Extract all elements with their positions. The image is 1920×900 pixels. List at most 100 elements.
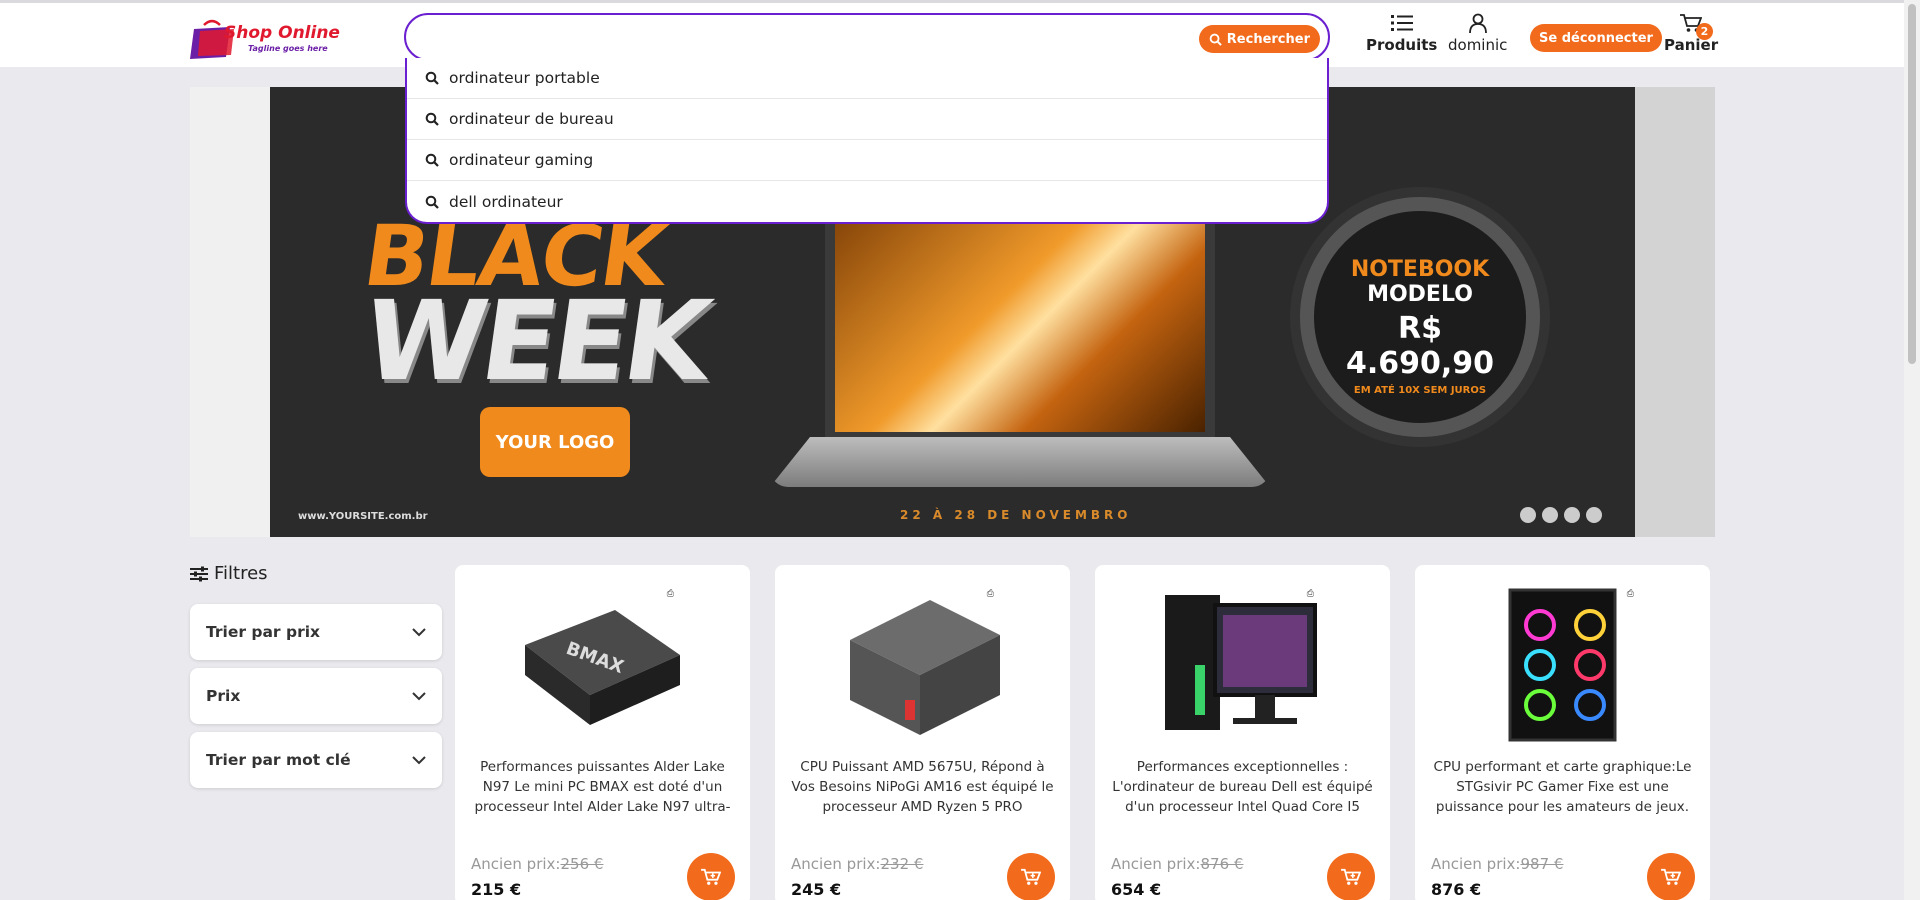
product-card[interactable]: ⎙ Performances exceptionnelles : L'ordin…: [1095, 565, 1390, 900]
filter-label: Prix: [206, 687, 241, 705]
banner-dates: 22 À 28 DE NOVEMBRO: [900, 508, 1132, 522]
suggestion-item[interactable]: dell ordinateur: [407, 181, 1327, 222]
nav-products-label: Produits: [1366, 36, 1438, 54]
share-icon[interactable]: ⎙: [987, 589, 994, 599]
user-icon: [1468, 13, 1487, 33]
old-price-label: Ancien prix:: [1431, 855, 1521, 873]
product-price: 245 €: [791, 880, 842, 899]
search-icon: [425, 195, 439, 209]
instagram-icon: [1520, 507, 1536, 523]
old-price-label: Ancien prix:: [1111, 855, 1201, 873]
chevron-down-icon: [412, 691, 426, 700]
search-icon: [425, 71, 439, 85]
filters-title: Filtres: [190, 563, 268, 584]
top-header: Shop Online Tagline goes here Rechercher…: [0, 0, 1904, 67]
filters-title-label: Filtres: [214, 563, 268, 584]
logout-button[interactable]: Se déconnecter: [1530, 24, 1662, 52]
banner-ring-text: NOTEBOOK MODELO R$ 4.690,90 EM ATÉ 10X S…: [1330, 257, 1510, 396]
product-card[interactable]: BMAX ⎙ Performances puissantes Alder Lak…: [455, 565, 750, 900]
ring-line2: MODELO: [1367, 282, 1473, 307]
banner-week-text: WEEK: [356, 277, 715, 405]
page-scrollbar[interactable]: [1904, 0, 1920, 900]
old-price: Ancien prix:987 €: [1431, 855, 1563, 873]
old-price-value: 232 €: [880, 855, 924, 873]
search-icon: [425, 153, 439, 167]
chevron-down-icon: [412, 627, 426, 636]
search-suggestions: ordinateur portable ordinateur de bureau…: [405, 58, 1329, 224]
list-icon: [1390, 15, 1413, 31]
filter-keyword[interactable]: Trier par mot clé: [190, 732, 442, 788]
search-input[interactable]: [424, 23, 1184, 51]
share-icon[interactable]: ⎙: [1627, 589, 1634, 599]
suggestion-item[interactable]: ordinateur gaming: [407, 140, 1327, 181]
add-to-cart-button[interactable]: [1007, 853, 1055, 900]
shop-logo[interactable]: Shop Online Tagline goes here: [190, 15, 365, 63]
product-image-mini-pc-nipogi[interactable]: [825, 575, 1015, 745]
filter-sort-price[interactable]: Trier par prix: [190, 604, 442, 660]
search-icon: [425, 112, 439, 126]
product-description: Performances exceptionnelles : L'ordinat…: [1112, 759, 1373, 815]
search-bar: Rechercher: [404, 13, 1330, 61]
facebook-icon: [1542, 507, 1558, 523]
nav-products[interactable]: Produits: [1366, 13, 1437, 54]
banner-site: www.YOURSITE.com.br: [298, 511, 428, 522]
share-icon[interactable]: ⎙: [667, 589, 674, 599]
ring-price: R$ 4.690,90: [1345, 311, 1495, 381]
ring-terms: EM ATÉ 10X SEM JUROS: [1353, 385, 1487, 396]
suggestion-text: ordinateur portable: [449, 69, 600, 87]
old-price: Ancien prix:876 €: [1111, 855, 1243, 873]
twitter-icon: [1564, 507, 1580, 523]
add-cart-icon: [1661, 868, 1681, 885]
product-image-gaming-pc[interactable]: [1465, 575, 1655, 745]
old-price-label: Ancien prix:: [791, 855, 881, 873]
cart-count-badge: 2: [1696, 23, 1713, 40]
add-cart-icon: [701, 868, 721, 885]
search-icon: [1209, 33, 1222, 46]
nav-cart[interactable]: 2 Panier: [1664, 13, 1718, 54]
filter-price[interactable]: Prix: [190, 668, 442, 724]
add-cart-icon: [1021, 868, 1041, 885]
suggestion-text: ordinateur gaming: [449, 151, 594, 169]
chevron-down-icon: [412, 755, 426, 764]
share-icon[interactable]: ⎙: [1307, 589, 1314, 599]
logo-tagline: Tagline goes here: [248, 44, 328, 53]
old-price-value: 256 €: [560, 855, 604, 873]
add-to-cart-button[interactable]: [687, 853, 735, 900]
scrollbar-thumb[interactable]: [1908, 4, 1916, 364]
suggestion-item[interactable]: ordinateur de bureau: [407, 99, 1327, 140]
old-price: Ancien prix:232 €: [791, 855, 923, 873]
search-button-label: Rechercher: [1226, 31, 1310, 47]
old-price: Ancien prix:256 €: [471, 855, 603, 873]
banner-next-slide: [1635, 87, 1715, 537]
filter-label: Trier par mot clé: [206, 751, 351, 769]
banner-social-icons: [1520, 507, 1602, 523]
whatsapp-icon: [1586, 507, 1602, 523]
old-price-label: Ancien prix:: [471, 855, 561, 873]
product-description: Performances puissantes Alder Lake N97 L…: [474, 759, 731, 815]
add-to-cart-button[interactable]: [1647, 853, 1695, 900]
product-price: 654 €: [1111, 880, 1162, 899]
banner-logo-badge: YOUR LOGO: [480, 407, 630, 477]
add-cart-icon: [1341, 868, 1361, 885]
old-price-value: 987 €: [1520, 855, 1564, 873]
search-button[interactable]: Rechercher: [1198, 25, 1320, 53]
product-card[interactable]: ⎙ CPU performant et carte graphique:Le S…: [1415, 565, 1710, 900]
suggestion-item[interactable]: ordinateur portable: [407, 58, 1327, 99]
filter-label: Trier par prix: [206, 623, 321, 641]
suggestion-text: ordinateur de bureau: [449, 110, 614, 128]
product-image-desktop-dell[interactable]: [1145, 575, 1335, 745]
suggestion-text: dell ordinateur: [449, 192, 563, 211]
old-price-value: 876 €: [1200, 855, 1244, 873]
product-price: 215 €: [471, 880, 522, 899]
nav-user-label: dominic: [1448, 36, 1508, 54]
nav-cart-label: Panier: [1664, 36, 1719, 54]
product-description: CPU Puissant AMD 5675U, Répond à Vos Bes…: [791, 759, 1054, 815]
product-price: 876 €: [1431, 880, 1482, 899]
nav-user[interactable]: dominic: [1448, 13, 1507, 54]
product-card[interactable]: ⎙ CPU Puissant AMD 5675U, Répond à Vos B…: [775, 565, 1070, 900]
product-description: CPU performant et carte graphique:Le STG…: [1433, 759, 1692, 815]
ring-line1: NOTEBOOK: [1350, 257, 1490, 282]
add-to-cart-button[interactable]: [1327, 853, 1375, 900]
sliders-icon: [190, 566, 208, 581]
product-image-mini-pc-bmax[interactable]: BMAX: [505, 575, 695, 745]
